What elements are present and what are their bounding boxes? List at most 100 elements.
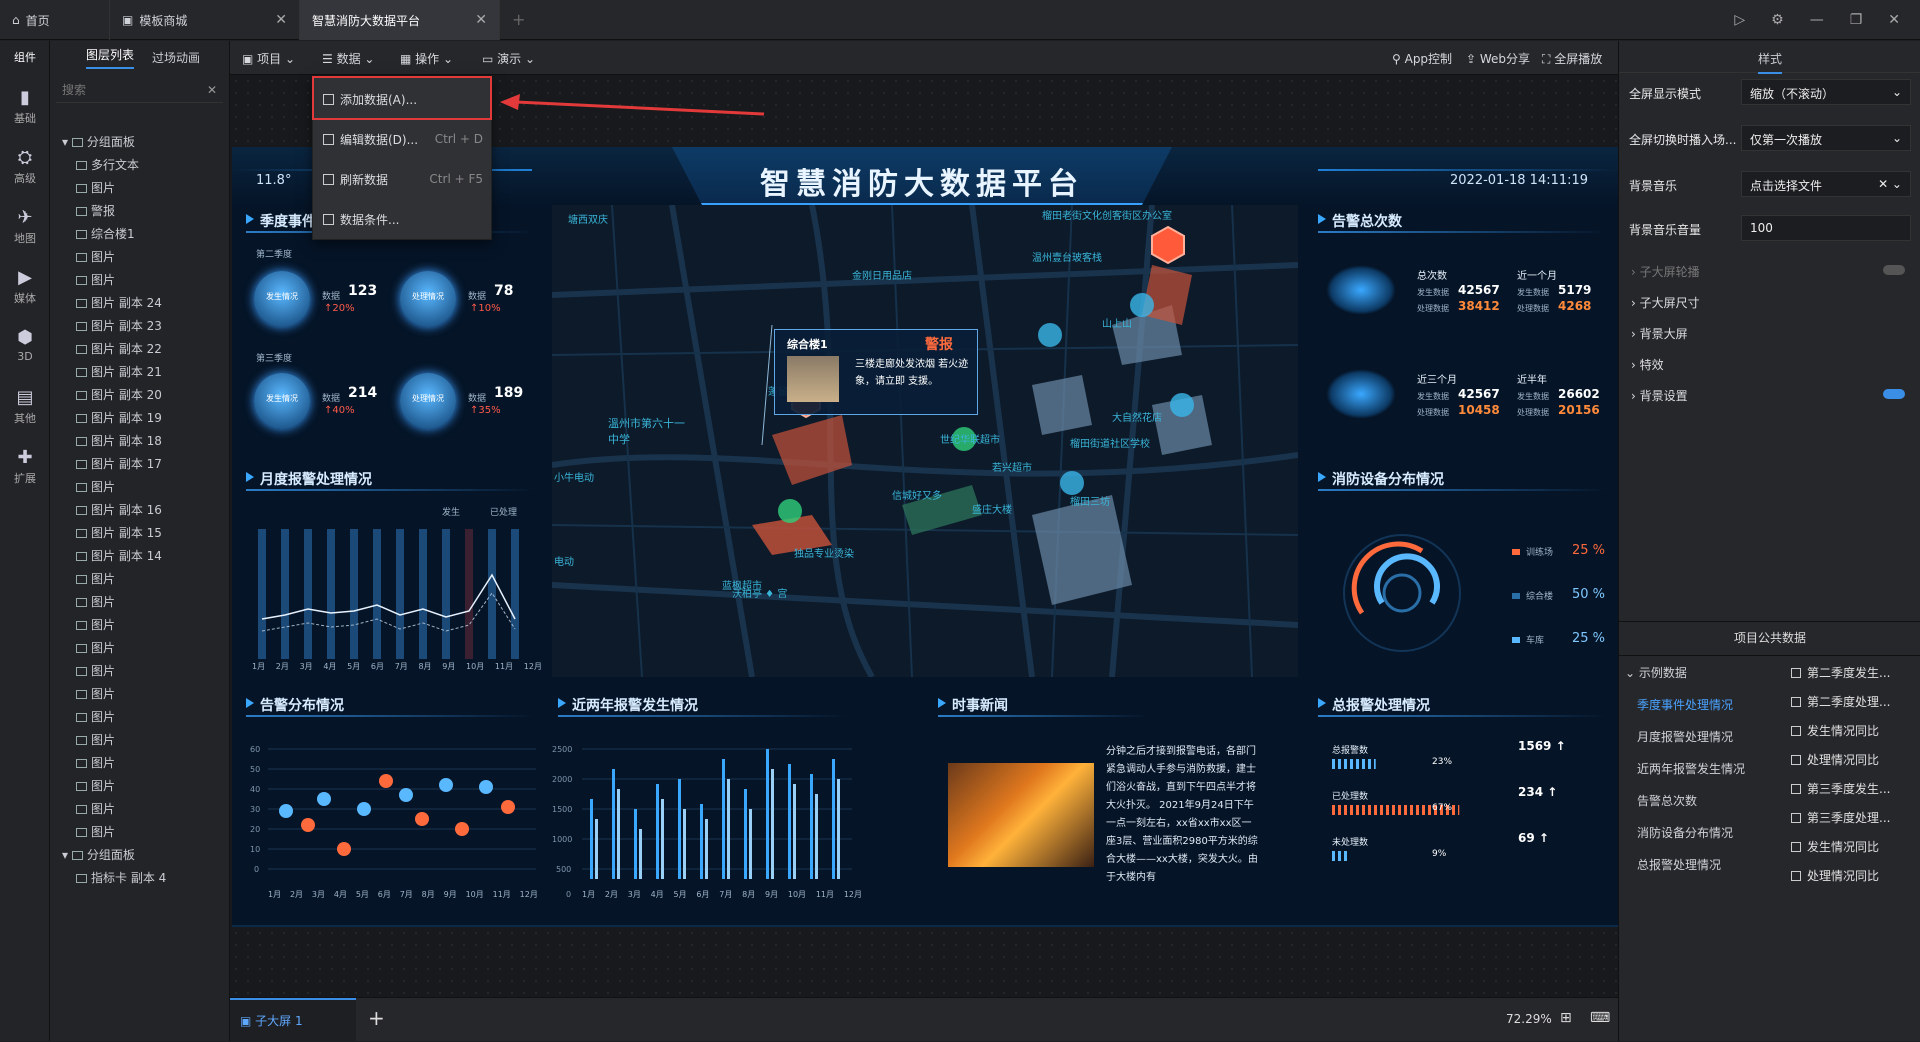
tab-style[interactable]: 样式 xyxy=(1619,41,1920,74)
layer-item[interactable]: 图片 xyxy=(76,570,115,587)
collapse-bg-settings[interactable]: › 背景设置 xyxy=(1631,387,1688,404)
keyboard-icon[interactable]: ⌨ xyxy=(1590,1010,1610,1026)
layer-item[interactable]: 图片 xyxy=(76,823,115,840)
layer-item[interactable]: 图片 xyxy=(76,685,115,702)
data-field[interactable]: 发生情况同比123 xyxy=(1791,838,1920,855)
data-field[interactable]: 处理情况同比123 xyxy=(1791,751,1920,768)
layer-item[interactable]: 图片 副本 21 xyxy=(76,363,162,380)
collapse-bg-screen[interactable]: › 背景大屏 xyxy=(1631,325,1688,342)
checkbox[interactable] xyxy=(1791,668,1801,678)
clear-icon[interactable]: ✕ xyxy=(207,83,217,97)
tab-fire-platform[interactable]: 智慧消防大数据平台 ✕ xyxy=(300,0,500,40)
checkbox[interactable] xyxy=(1791,697,1801,707)
rail-3d[interactable]: ⬢ 3D xyxy=(0,327,50,363)
data-field[interactable]: 处理情况同比123 xyxy=(1791,867,1920,884)
layer-item[interactable]: ▾ 分组面板 xyxy=(62,846,135,863)
volume-input[interactable]: 100 xyxy=(1741,215,1911,241)
bg-music-picker[interactable]: 点击选择文件 ✕ ⌄ xyxy=(1741,171,1911,197)
layer-item[interactable]: 图片 副本 24 xyxy=(76,294,162,311)
rail-components[interactable]: 组件 xyxy=(0,49,50,65)
checkbox[interactable] xyxy=(1791,784,1801,794)
layer-item[interactable]: 图片 副本 14 xyxy=(76,547,162,564)
layer-item[interactable]: 图片 xyxy=(76,708,115,725)
data-tree-item[interactable]: 消防设备分布情况 xyxy=(1637,824,1733,841)
new-tab-icon[interactable]: + xyxy=(512,10,525,29)
layer-item[interactable]: 图片 副本 18 xyxy=(76,432,162,449)
menu-ops[interactable]: ▦ 操作 ⌄ xyxy=(400,50,453,67)
layer-item[interactable]: 图片 xyxy=(76,731,115,748)
layer-search[interactable]: 搜索 ✕ xyxy=(56,77,223,103)
web-share-button[interactable]: ⇪ Web分享 xyxy=(1466,50,1530,67)
layer-item[interactable]: 图片 xyxy=(76,179,115,196)
tab-home[interactable]: ⌂ 首页 xyxy=(0,0,110,40)
data-tree-item[interactable]: 季度事件处理情况 xyxy=(1637,696,1733,713)
fit-screen-icon[interactable]: ⊞ xyxy=(1560,1010,1572,1026)
minimize-icon[interactable]: — xyxy=(1810,12,1824,28)
layer-item[interactable]: 图片 副本 15 xyxy=(76,524,162,541)
data-field[interactable]: 第二季度处理...123 xyxy=(1791,693,1920,710)
collapse-size[interactable]: › 子大屏尺寸 xyxy=(1631,294,1700,311)
rail-extend[interactable]: ✚ 扩展 xyxy=(0,447,50,486)
checkbox[interactable] xyxy=(1791,842,1801,852)
layer-item[interactable]: 图片 副本 16 xyxy=(76,501,162,518)
menu-item[interactable]: 编辑数据(D)... Ctrl + D xyxy=(313,121,493,157)
rail-media[interactable]: ▶ 媒体 xyxy=(0,267,50,306)
layer-item[interactable]: 图片 副本 19 xyxy=(76,409,162,426)
app-control-button[interactable]: ⚲ App控制 xyxy=(1392,50,1452,67)
rail-map[interactable]: ✈ 地图 xyxy=(0,207,50,246)
carousel-toggle[interactable] xyxy=(1883,265,1905,275)
menu-project[interactable]: ▣ 项目 ⌄ xyxy=(242,50,295,67)
checkbox[interactable] xyxy=(1791,813,1801,823)
layer-item[interactable]: 图片 xyxy=(76,478,115,495)
layer-item[interactable]: 图片 xyxy=(76,616,115,633)
layer-item[interactable]: 图片 xyxy=(76,271,115,288)
gear-icon[interactable]: ⚙ xyxy=(1771,12,1784,28)
data-field[interactable]: 第二季度发生...123 xyxy=(1791,664,1920,681)
layer-item[interactable]: 图片 副本 20 xyxy=(76,386,162,403)
clear-icon[interactable]: ✕ ⌄ xyxy=(1878,177,1902,191)
data-tree-item[interactable]: 告警总次数 xyxy=(1637,792,1697,809)
layer-item[interactable]: ▾ 分组面板 xyxy=(62,133,135,150)
tab-sub-screen-1[interactable]: ▣ 子大屏 1 xyxy=(230,998,356,1042)
checkbox[interactable] xyxy=(1791,726,1801,736)
data-tree-item[interactable]: 总报警处理情况 xyxy=(1637,856,1721,873)
layer-item[interactable]: 图片 xyxy=(76,248,115,265)
tab-transition[interactable]: 过场动画 xyxy=(152,49,200,66)
menu-item[interactable]: 刷新数据 Ctrl + F5 xyxy=(313,161,493,197)
collapse-carousel[interactable]: › 子大屏轮播 xyxy=(1631,263,1700,280)
play-icon[interactable]: ▷ xyxy=(1734,12,1745,28)
fullscreen-mode-select[interactable]: 缩放（不滚动） ⌄ xyxy=(1741,79,1911,105)
checkbox[interactable] xyxy=(1791,871,1801,881)
data-field[interactable]: 第三季度处理...123 xyxy=(1791,809,1920,826)
layer-item[interactable]: 图片 xyxy=(76,593,115,610)
add-sub-screen-icon[interactable]: + xyxy=(368,1006,385,1030)
tab-layer-list[interactable]: 图层列表 xyxy=(86,46,135,69)
data-field[interactable]: 第三季度发生...123 xyxy=(1791,780,1920,797)
layer-item[interactable]: 图片 xyxy=(76,777,115,794)
tab-template-store[interactable]: ▣ 模板商城 ✕ xyxy=(110,0,300,40)
layer-item[interactable]: 图片 xyxy=(76,800,115,817)
alarm-popup[interactable]: 综合楼1 警报 三楼走廊处发浓烟 若火迹象，请立即 支援。 xyxy=(774,329,978,415)
layer-item[interactable]: 指标卡 副本 4 xyxy=(76,869,166,886)
layer-item[interactable]: 图片 副本 22 xyxy=(76,340,162,357)
close-icon[interactable]: ✕ xyxy=(275,12,287,28)
layer-item[interactable]: 警报 xyxy=(76,202,115,219)
city-map[interactable]: 塘西双庆金刚日用品店溫州市第六十一中学蓬留教堂小牛电动世纪华联超市若兴超市盛庄大… xyxy=(552,205,1298,677)
data-tree-item[interactable]: 月度报警处理情况 xyxy=(1637,728,1733,745)
layer-item[interactable]: 图片 副本 17 xyxy=(76,455,162,472)
menu-demo[interactable]: ▭ 演示 ⌄ xyxy=(482,50,535,67)
restore-icon[interactable]: ❐ xyxy=(1850,12,1863,28)
data-root[interactable]: ⌄ 示例数据 xyxy=(1625,664,1687,681)
rail-other[interactable]: ▤ 其他 xyxy=(0,387,50,426)
transition-select[interactable]: 仅第一次播放 ⌄ xyxy=(1741,125,1911,151)
layer-item[interactable]: 图片 xyxy=(76,639,115,656)
rail-advanced[interactable]: ⛭ 高级 xyxy=(0,147,50,186)
layer-item[interactable]: 图片 xyxy=(76,754,115,771)
close-icon[interactable]: ✕ xyxy=(475,12,487,28)
bg-settings-toggle[interactable] xyxy=(1883,389,1905,399)
dashboard-screen[interactable]: 智慧消防大数据平台 11.8° 2022-01-18 14:11:19 季度事件… xyxy=(232,147,1618,927)
menu-data[interactable]: ☰ 数据 ⌄ xyxy=(322,50,374,67)
layer-item[interactable]: 图片 xyxy=(76,662,115,679)
close-window-icon[interactable]: ✕ xyxy=(1888,12,1900,28)
rail-basic[interactable]: ▮ 基础 xyxy=(0,87,50,126)
